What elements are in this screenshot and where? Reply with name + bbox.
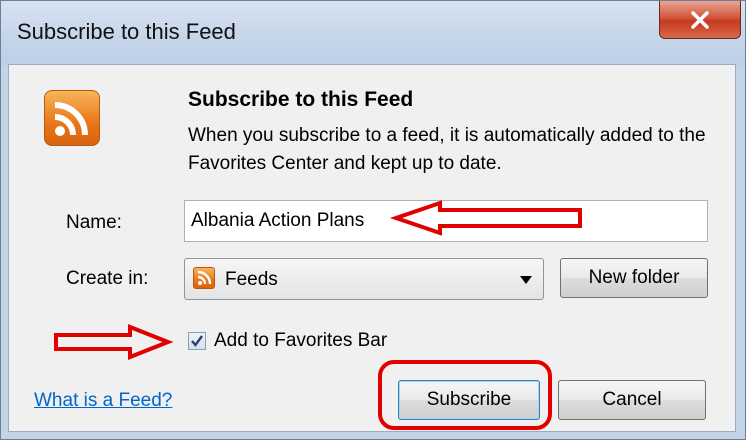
window-title: Subscribe to this Feed	[17, 19, 236, 44]
cancel-button[interactable]: Cancel	[558, 380, 706, 420]
create-in-dropdown[interactable]: Feeds	[184, 258, 544, 300]
what-is-a-feed-link[interactable]: What is a Feed?	[34, 390, 172, 412]
create-in-label: Create in:	[66, 268, 149, 289]
title-bar[interactable]: Subscribe to this Feed	[1, 1, 745, 65]
dialog-content	[8, 64, 736, 432]
new-folder-button[interactable]: New folder	[560, 258, 708, 298]
dialog-heading: Subscribe to this Feed	[188, 88, 414, 111]
close-button[interactable]	[659, 1, 741, 39]
name-field[interactable]	[184, 200, 708, 242]
checkmark-icon	[191, 335, 203, 347]
add-to-favorites-checkbox[interactable]	[188, 332, 206, 350]
chevron-down-icon	[520, 276, 532, 284]
name-label: Name:	[66, 212, 122, 233]
create-in-value: Feeds	[225, 269, 278, 290]
close-icon	[691, 10, 709, 29]
rss-feed-icon	[193, 267, 215, 289]
rss-feed-icon	[44, 90, 100, 146]
add-to-favorites-label[interactable]: Add to Favorites Bar	[214, 330, 387, 352]
dialog-description: When you subscribe to a feed, it is auto…	[188, 125, 706, 174]
subscribe-button[interactable]: Subscribe	[398, 380, 540, 420]
